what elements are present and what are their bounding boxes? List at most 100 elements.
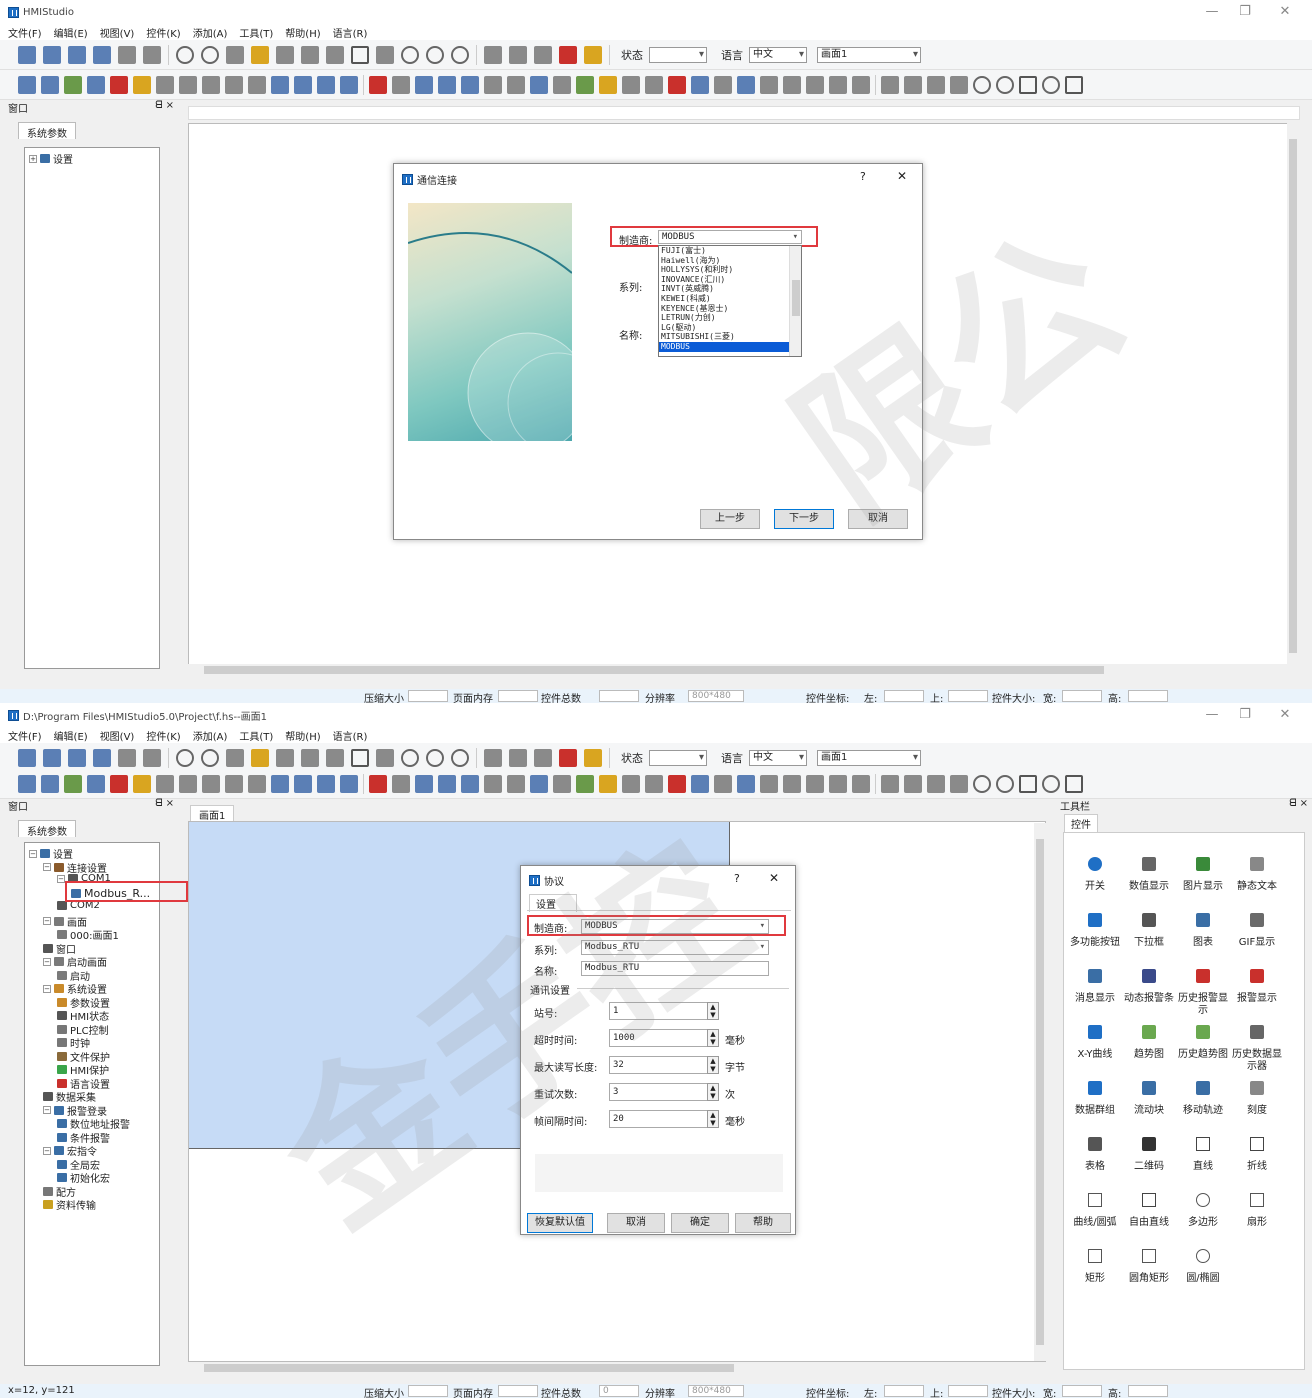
tab-controls[interactable]: 控件 — [1064, 814, 1098, 832]
control-tool-21-icon[interactable] — [484, 774, 502, 793]
control-tool-24-icon[interactable] — [553, 774, 571, 793]
control-tool-30-icon[interactable] — [691, 75, 709, 94]
control-tool-43-icon[interactable] — [973, 75, 991, 94]
control-tool-36-icon[interactable] — [829, 774, 847, 793]
control-tool-16-icon[interactable] — [369, 75, 387, 94]
control-tool-5-icon[interactable] — [133, 774, 151, 793]
next-button[interactable]: 下一步 — [774, 509, 834, 529]
series-select[interactable]: Modbus_RTU — [581, 940, 769, 955]
control-tool-31-icon[interactable] — [714, 75, 732, 94]
timeout-input[interactable]: 1000 — [609, 1029, 709, 1047]
control-tool-1-icon[interactable] — [41, 774, 59, 793]
collapse-icon[interactable]: − — [43, 863, 51, 871]
control-tool-3-icon[interactable] — [87, 75, 105, 94]
maker-option[interactable]: INOVANCE(汇川) — [659, 275, 789, 285]
control-tool-5-icon[interactable] — [133, 75, 151, 94]
collapse-icon[interactable]: − — [29, 849, 37, 858]
menu-tools[interactable]: 工具(T) — [239, 728, 273, 743]
tool-item[interactable]: 多功能按钮 — [1068, 913, 1122, 949]
tool-24-icon[interactable] — [584, 45, 602, 64]
control-tool-23-icon[interactable] — [530, 774, 548, 793]
control-tool-47-icon[interactable] — [1065, 774, 1083, 793]
station-input[interactable]: 1 — [609, 1002, 709, 1020]
help-button[interactable]: 帮助 — [735, 1213, 791, 1233]
language-select[interactable]: 中文 — [749, 46, 807, 63]
control-tool-37-icon[interactable] — [852, 75, 870, 94]
tool-15-icon[interactable] — [376, 45, 394, 64]
menu-file[interactable]: 文件(F) — [8, 25, 42, 40]
control-tool-13-icon[interactable] — [317, 75, 335, 94]
maker-option[interactable]: Haiwell(海为) — [659, 256, 789, 266]
control-tool-21-icon[interactable] — [484, 75, 502, 94]
menu-view[interactable]: 视图(V) — [100, 728, 135, 743]
control-tool-9-icon[interactable] — [225, 774, 243, 793]
maker-option[interactable]: LETRUN(力创) — [659, 313, 789, 323]
retry-input[interactable]: 3 — [609, 1083, 709, 1101]
tool-20-icon[interactable] — [484, 748, 502, 767]
control-tool-2-icon[interactable] — [64, 774, 82, 793]
control-tool-12-icon[interactable] — [294, 75, 312, 94]
control-tool-27-icon[interactable] — [622, 75, 640, 94]
minimize-icon[interactable]: — — [1197, 707, 1227, 722]
language-select[interactable]: 中文 — [749, 749, 807, 766]
screen-select[interactable]: 画面1 — [817, 46, 921, 63]
frame-input[interactable]: 20 — [609, 1110, 709, 1128]
tool-8-icon[interactable] — [201, 45, 219, 64]
maker-option[interactable]: KEYENCE(基恩士) — [659, 304, 789, 314]
control-tool-43-icon[interactable] — [973, 774, 991, 793]
tool-20-icon[interactable] — [484, 45, 502, 64]
control-tool-19-icon[interactable] — [438, 774, 456, 793]
control-tool-44-icon[interactable] — [996, 75, 1014, 94]
tool-24-icon[interactable] — [584, 748, 602, 767]
tool-15-icon[interactable] — [376, 748, 394, 767]
undo-icon[interactable] — [143, 45, 161, 64]
save-all-icon[interactable] — [68, 748, 86, 767]
help-icon[interactable]: ? — [734, 872, 740, 885]
pin-close-icon[interactable]: ᗺ × — [1289, 798, 1308, 812]
tool-item[interactable]: 图片显示 — [1176, 857, 1230, 893]
menu-help[interactable]: 帮助(H) — [285, 25, 320, 40]
tool-item[interactable]: 数值显示 — [1122, 857, 1176, 893]
maxlen-spinner[interactable]: ▲ ▼ — [707, 1056, 719, 1074]
menu-add[interactable]: 添加(A) — [193, 728, 228, 743]
tool-item[interactable]: 表格 — [1068, 1137, 1122, 1173]
control-tool-18-icon[interactable] — [415, 774, 433, 793]
collapse-icon[interactable]: − — [43, 957, 51, 966]
cancel-button[interactable]: 取消 — [607, 1213, 665, 1233]
control-tool-12-icon[interactable] — [294, 774, 312, 793]
tool-item[interactable]: 折线 — [1230, 1137, 1284, 1173]
tree-item[interactable]: 资料传输 — [43, 1197, 96, 1212]
tool-item[interactable]: 多边形 — [1176, 1193, 1230, 1229]
redo-icon[interactable] — [118, 45, 136, 64]
maker-option[interactable]: INVT(英威腾) — [659, 284, 789, 294]
control-tool-30-icon[interactable] — [691, 774, 709, 793]
tool-9-icon[interactable] — [226, 45, 244, 64]
tool-item[interactable]: 自由直线 — [1122, 1193, 1176, 1229]
new-icon[interactable] — [18, 45, 36, 64]
control-tool-8-icon[interactable] — [202, 75, 220, 94]
save-icon[interactable] — [93, 748, 111, 767]
tool-13-icon[interactable] — [326, 45, 344, 64]
tool-item[interactable]: 报警显示 — [1230, 969, 1284, 1005]
tab-system-params[interactable]: 系统参数 — [18, 820, 76, 838]
control-tool-34-icon[interactable] — [783, 75, 801, 94]
tool-item[interactable]: 直线 — [1176, 1137, 1230, 1173]
tool-22-icon[interactable] — [534, 748, 552, 767]
tool-7-icon[interactable] — [176, 748, 194, 767]
tool-item[interactable]: 图表 — [1176, 913, 1230, 949]
expand-icon[interactable]: + — [29, 154, 37, 163]
tool-item[interactable]: 圆角矩形 — [1122, 1249, 1176, 1285]
control-tool-37-icon[interactable] — [852, 774, 870, 793]
control-tool-25-icon[interactable] — [576, 774, 594, 793]
control-tool-1-icon[interactable] — [41, 75, 59, 94]
control-tool-31-icon[interactable] — [714, 774, 732, 793]
restore-icon[interactable]: ❐ — [1230, 707, 1260, 722]
collapse-icon[interactable]: − — [43, 1106, 51, 1114]
control-tool-20-icon[interactable] — [461, 75, 479, 94]
prev-button[interactable]: 上一步 — [700, 509, 760, 529]
tool-7-icon[interactable] — [176, 45, 194, 64]
control-tool-32-icon[interactable] — [737, 75, 755, 94]
tool-item[interactable]: 圆/椭圆 — [1176, 1249, 1230, 1285]
name-input[interactable]: Modbus_RTU — [581, 961, 769, 976]
tool-23-icon[interactable] — [559, 45, 577, 64]
